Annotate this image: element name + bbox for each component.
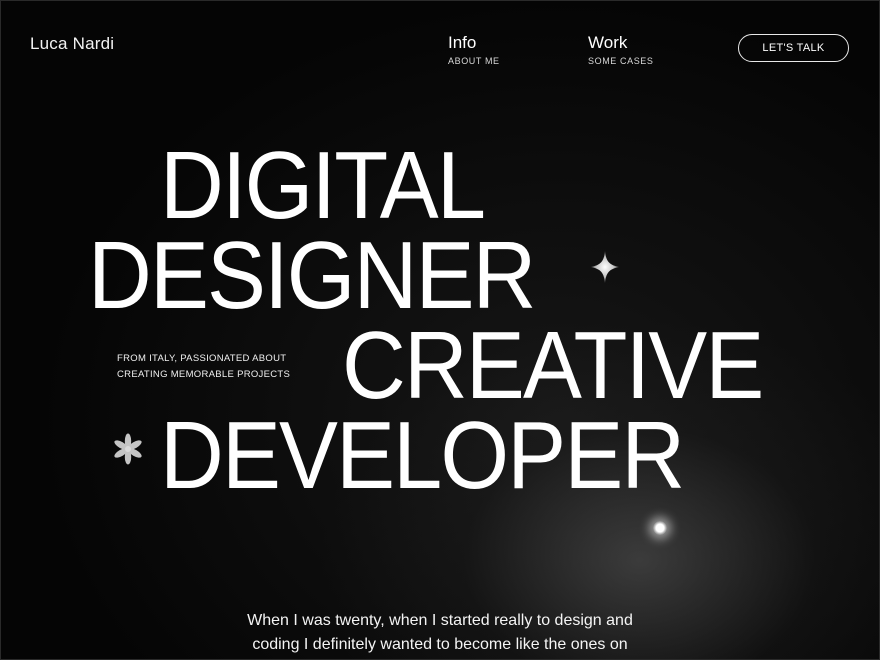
intro-paragraph: When I was twenty, when I started really… [200, 609, 680, 657]
nav-info-label: Info [448, 33, 477, 52]
hero-line-designer: DESIGNER [88, 222, 536, 329]
nav-work-label: Work [588, 33, 628, 52]
flower-icon [110, 432, 146, 471]
nav-work-subtitle: SOME CASES [588, 56, 654, 66]
intro-line-2: coding I definitely wanted to become lik… [252, 636, 628, 653]
tagline-line-2: CREATING MEMORABLE PROJECTS [117, 369, 291, 380]
intro-line-1: When I was twenty, when I started really… [247, 612, 633, 629]
nav-item-info[interactable]: Info ABOUT ME [448, 33, 500, 66]
hero-line-digital: DIGITAL [160, 132, 486, 239]
nav-item-work[interactable]: Work SOME CASES [588, 33, 654, 66]
four-point-star-icon [590, 250, 620, 289]
hero-tagline: FROM ITALY, PASSIONATED ABOUT CREATING M… [117, 351, 290, 383]
nav-info-subtitle: ABOUT ME [448, 56, 500, 66]
brand-name[interactable]: Luca Nardi [30, 34, 114, 54]
tagline-line-1: FROM ITALY, PASSIONATED ABOUT [117, 353, 287, 364]
lets-talk-button[interactable]: LET'S TALK [738, 34, 849, 62]
glow-dot-icon [653, 521, 667, 535]
hero-line-creative: CREATIVE [342, 312, 764, 419]
hero-line-developer: DEVELOPER [160, 402, 685, 509]
